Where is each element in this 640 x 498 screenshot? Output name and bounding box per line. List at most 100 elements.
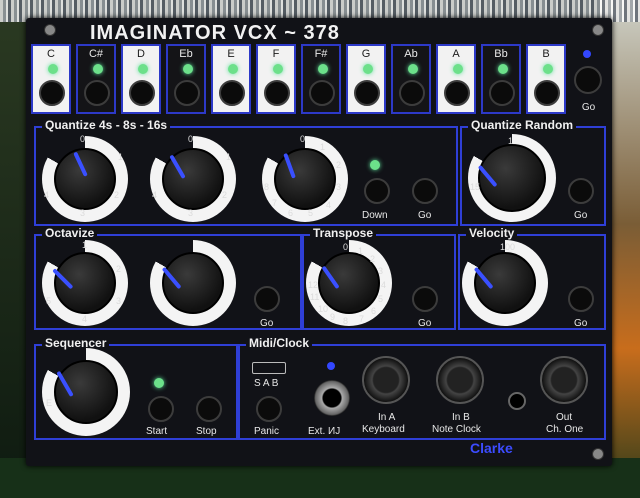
- sequencer-e-label: E: [46, 398, 53, 408]
- quantize-go-button[interactable]: [412, 178, 438, 204]
- transpose-n0: 0: [343, 242, 349, 252]
- quantize-k1-left: 4: [44, 190, 50, 200]
- quantize-k1-right: 1: [118, 152, 124, 162]
- random-go-button[interactable]: [568, 178, 594, 204]
- module-title: IMAGINATOR VCX ~ 378: [90, 22, 340, 44]
- panic-button[interactable]: [256, 396, 282, 422]
- quantize-k1-top: 0: [80, 134, 86, 144]
- key-button[interactable]: [354, 80, 380, 106]
- sequencer-knob[interactable]: [54, 360, 118, 424]
- key-button[interactable]: [489, 80, 515, 106]
- quantize-k3-n7: 7: [272, 198, 278, 208]
- key-label: Ab: [404, 48, 418, 60]
- octavize-top: 1: [82, 240, 88, 250]
- key-b-flat[interactable]: Bb: [481, 44, 521, 114]
- key-button[interactable]: [534, 80, 560, 106]
- key-label: G: [361, 48, 371, 60]
- note-key-row: C C# D Eb E F F# G Ab A Bb B Go: [31, 44, 606, 120]
- quantize-k3-n1: 1: [320, 142, 326, 152]
- down-led-icon: [370, 160, 380, 170]
- key-c-sharp[interactable]: C#: [76, 44, 116, 114]
- key-b[interactable]: B: [526, 44, 566, 114]
- led-icon: [273, 64, 283, 74]
- midi-out-jack[interactable]: [540, 356, 588, 404]
- led-icon: [543, 64, 553, 74]
- key-label: E: [227, 48, 235, 60]
- start-button[interactable]: [148, 396, 174, 422]
- source-switch[interactable]: [252, 362, 286, 374]
- sequencer-title: Sequencer: [42, 336, 110, 350]
- octavize-go-button[interactable]: [254, 286, 280, 312]
- quantize-title: Quantize 4s - 8s - 16s: [42, 118, 171, 132]
- transpose-n2: 2: [370, 254, 376, 264]
- led-icon: [453, 64, 463, 74]
- key-e-flat[interactable]: Eb: [166, 44, 206, 114]
- octavize-r3: 3: [116, 296, 122, 306]
- key-button[interactable]: [399, 80, 425, 106]
- octavize-amount-knob[interactable]: [162, 252, 224, 314]
- screw-icon: [592, 448, 604, 460]
- key-button[interactable]: [84, 80, 110, 106]
- transpose-n8: 8: [343, 316, 349, 326]
- key-f-sharp[interactable]: F#: [301, 44, 341, 114]
- key-a-flat[interactable]: Ab: [391, 44, 431, 114]
- quantize-knob-1[interactable]: [54, 148, 116, 210]
- screw-icon: [592, 24, 604, 36]
- key-button[interactable]: [264, 80, 290, 106]
- led-icon: [363, 64, 373, 74]
- ext-label: Ext. ИJ: [308, 426, 341, 437]
- quantize-k2-right: 1: [226, 152, 232, 162]
- key-button[interactable]: [39, 80, 65, 106]
- key-label: Eb: [179, 48, 193, 60]
- random-top: 1: [508, 136, 514, 146]
- transpose-go-button[interactable]: [412, 286, 438, 312]
- octavize-left: 5: [46, 296, 52, 306]
- quantize-down-button[interactable]: [364, 178, 390, 204]
- key-g[interactable]: G: [346, 44, 386, 114]
- midi-in-b-jack[interactable]: [436, 356, 484, 404]
- key-label: A: [452, 48, 460, 60]
- key-button[interactable]: [444, 80, 470, 106]
- key-label: F#: [314, 48, 328, 60]
- key-d[interactable]: D: [121, 44, 161, 114]
- key-f[interactable]: F: [256, 44, 296, 114]
- key-label: C: [47, 48, 55, 60]
- transpose-n6: 6: [371, 306, 377, 316]
- out-label: Out: [556, 412, 573, 423]
- keyrow-go-button[interactable]: [574, 66, 602, 94]
- in-b-label: In B: [452, 412, 470, 423]
- quantize-k1-bottom: 3: [80, 208, 86, 218]
- transpose-n12: 12: [308, 280, 319, 290]
- stop-button[interactable]: [196, 396, 222, 422]
- keyrow-go: Go: [571, 44, 606, 120]
- power-jack[interactable]: [508, 392, 526, 410]
- led-icon: [183, 64, 193, 74]
- key-button[interactable]: [174, 80, 200, 106]
- in-a-label: In A: [378, 412, 396, 423]
- start-label: Start: [146, 426, 168, 437]
- transpose-n9: 9: [330, 312, 336, 322]
- key-label: Bb: [494, 48, 508, 60]
- key-c[interactable]: C: [31, 44, 71, 114]
- key-a[interactable]: A: [436, 44, 476, 114]
- transpose-n10: 10: [318, 304, 329, 314]
- quantize-k1-r2: 2: [114, 190, 120, 200]
- key-button[interactable]: [219, 80, 245, 106]
- quantize-k3-n6: 6: [288, 208, 294, 218]
- brand-logo: Clarke: [470, 440, 513, 456]
- sequencer-led-icon: [154, 378, 164, 388]
- quantize-k3-n3: 3: [336, 182, 342, 192]
- in-a-sub-label: Keyboard: [362, 424, 405, 435]
- midi-in-a-jack[interactable]: [362, 356, 410, 404]
- velocity-knob[interactable]: [474, 252, 536, 314]
- random-left: 15: [470, 182, 481, 192]
- ext-jack[interactable]: [314, 380, 350, 416]
- key-button[interactable]: [309, 80, 335, 106]
- midi-led-icon: [327, 362, 335, 370]
- key-button[interactable]: [129, 80, 155, 106]
- led-icon: [138, 64, 148, 74]
- stop-label: Stop: [196, 426, 217, 437]
- velocity-go-button[interactable]: [568, 286, 594, 312]
- key-e[interactable]: E: [211, 44, 251, 114]
- led-icon: [498, 64, 508, 74]
